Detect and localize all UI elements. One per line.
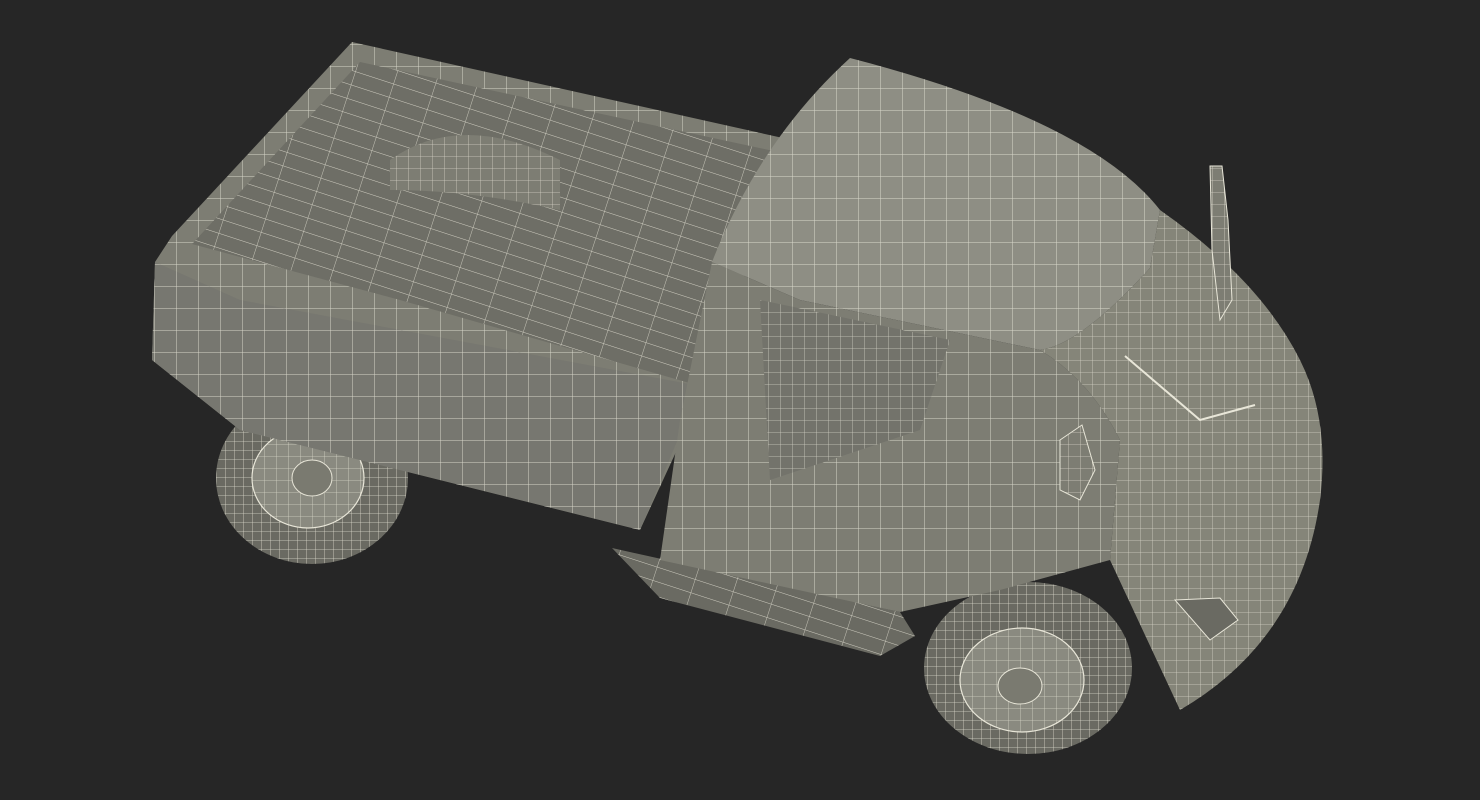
viewport <box>0 0 1480 800</box>
wireframe-render <box>152 42 1323 754</box>
front-wheel <box>924 582 1132 754</box>
